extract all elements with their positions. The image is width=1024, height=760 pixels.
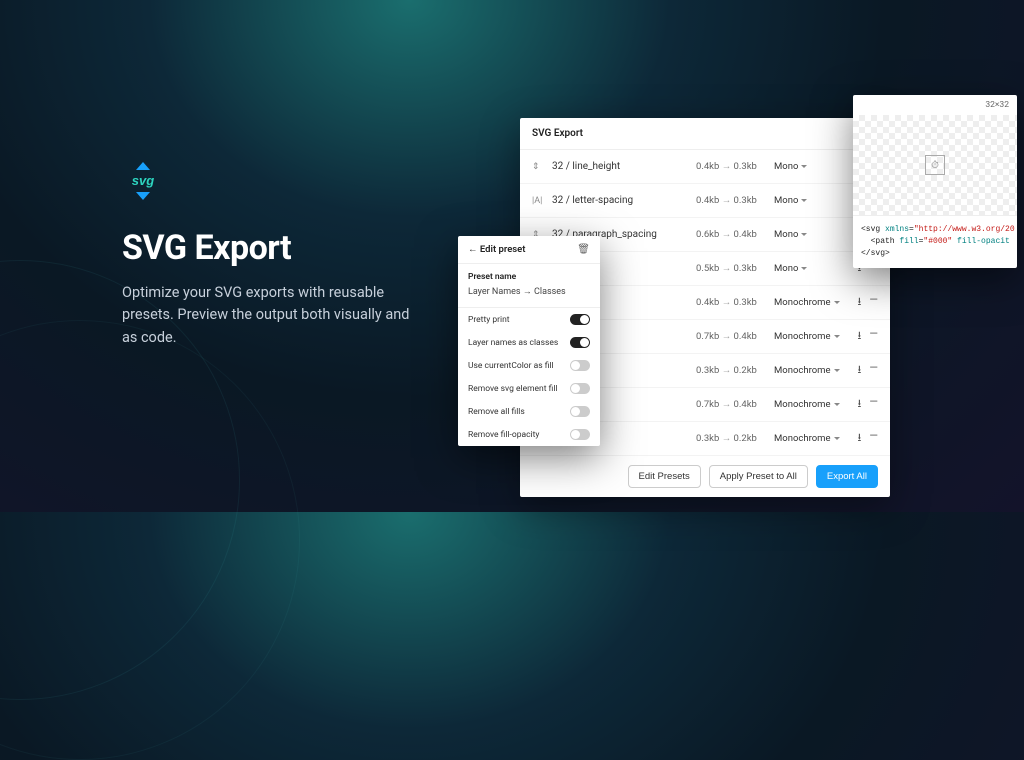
preset-select[interactable]: Monochrome <box>774 331 844 342</box>
size-change: 0.4kb → 0.3kb <box>696 195 774 206</box>
preview-code[interactable]: <svg xmlns="http://www.w3.org/20 <path f… <box>853 215 1017 268</box>
logo: svg <box>122 160 412 206</box>
preset-name-value[interactable]: Layer Names → Classes <box>458 286 600 308</box>
download-icon[interactable]: ⭳ <box>858 361 862 380</box>
preset-select[interactable]: Monochrome <box>774 365 844 376</box>
remove-icon[interactable]: — <box>869 395 878 414</box>
hero: svg SVG Export Optimize your SVG exports… <box>122 160 412 349</box>
toggle-row: Use currentColor as fill <box>458 354 600 377</box>
toggle-row: Pretty print <box>458 308 600 331</box>
letter-spacing-icon: |A| <box>532 196 546 206</box>
remove-icon[interactable]: — <box>869 361 878 380</box>
preset-select[interactable]: Mono <box>774 195 844 206</box>
download-icon[interactable]: ⭳ <box>858 395 862 414</box>
apply-preset-all-button[interactable]: Apply Preset to All <box>709 465 808 488</box>
toggle-label: Remove fill-opacity <box>468 430 570 440</box>
preview-canvas: ⏱ <box>853 115 1017 215</box>
page-title: SVG Export <box>122 228 412 268</box>
panel-header: SVG Export <box>520 118 890 150</box>
remove-icon[interactable]: — <box>869 327 878 346</box>
edit-preset-panel: Edit preset 🗑 Preset name Layer Names → … <box>458 236 600 446</box>
remove-icon[interactable]: — <box>869 293 878 312</box>
preview-dimensions: 32×32 <box>853 95 1017 115</box>
export-all-button[interactable]: Export All <box>816 465 878 488</box>
toggle-label: Remove svg element fill <box>468 384 570 394</box>
decorative-circle <box>0 320 300 760</box>
download-icon[interactable]: ⭳ <box>858 293 862 312</box>
toggle-label: Use currentColor as fill <box>468 361 570 371</box>
size-change: 0.4kb → 0.3kb <box>696 297 774 308</box>
layer-name: 32 / letter-spacing <box>546 195 696 206</box>
download-icon[interactable]: ⭳ <box>858 327 862 346</box>
preset-select[interactable]: Mono <box>774 161 844 172</box>
toggle-row: Remove svg element fill <box>458 377 600 400</box>
preset-select[interactable]: Mono <box>774 229 844 240</box>
preview-panel: 32×32 ⏱ <svg xmlns="http://www.w3.org/20… <box>853 95 1017 268</box>
layer-name: 32 / line_height <box>546 161 696 172</box>
toggle-row: Remove all fills <box>458 400 600 423</box>
toggle-row: Layer names as classes <box>458 331 600 354</box>
svg-text:svg: svg <box>132 173 154 188</box>
toggle-switch[interactable] <box>570 337 590 348</box>
remove-icon[interactable]: — <box>869 429 878 448</box>
preset-name-label: Preset name <box>458 264 600 286</box>
preset-select[interactable]: Monochrome <box>774 433 844 444</box>
size-change: 0.3kb → 0.2kb <box>696 433 774 444</box>
page-subtitle: Optimize your SVG exports with reusable … <box>122 282 412 349</box>
delete-preset-icon[interactable]: 🗑 <box>577 244 590 255</box>
toggle-switch[interactable] <box>570 406 590 417</box>
svg-export-logo-icon: svg <box>122 160 164 202</box>
size-change: 0.5kb → 0.3kb <box>696 263 774 274</box>
toggle-label: Pretty print <box>468 315 570 325</box>
preset-select[interactable]: Monochrome <box>774 399 844 410</box>
toggle-row: Remove fill-opacity <box>458 423 600 446</box>
size-change: 0.4kb → 0.3kb <box>696 161 774 172</box>
download-icon[interactable]: ⭳ <box>858 429 862 448</box>
toggle-label: Remove all fills <box>468 407 570 417</box>
toggle-switch[interactable] <box>570 383 590 394</box>
toggle-label: Layer names as classes <box>468 338 570 348</box>
list-item[interactable]: ⇕32 / line_height0.4kb → 0.3kbMono⭳— <box>520 150 890 184</box>
back-button[interactable]: Edit preset <box>468 244 526 255</box>
preset-select[interactable]: Mono <box>774 263 844 274</box>
preview-thumbnail-icon: ⏱ <box>925 155 945 175</box>
edit-presets-button[interactable]: Edit Presets <box>628 465 701 488</box>
size-change: 0.7kb → 0.4kb <box>696 399 774 410</box>
list-item[interactable]: |A|32 / letter-spacing0.4kb → 0.3kbMono⭳… <box>520 184 890 218</box>
size-change: 0.6kb → 0.4kb <box>696 229 774 240</box>
line-height-icon: ⇕ <box>532 162 546 172</box>
size-change: 0.3kb → 0.2kb <box>696 365 774 376</box>
toggle-switch[interactable] <box>570 314 590 325</box>
toggle-switch[interactable] <box>570 429 590 440</box>
toggle-switch[interactable] <box>570 360 590 371</box>
preset-select[interactable]: Monochrome <box>774 297 844 308</box>
panel-footer: Edit Presets Apply Preset to All Export … <box>520 456 890 497</box>
size-change: 0.7kb → 0.4kb <box>696 331 774 342</box>
